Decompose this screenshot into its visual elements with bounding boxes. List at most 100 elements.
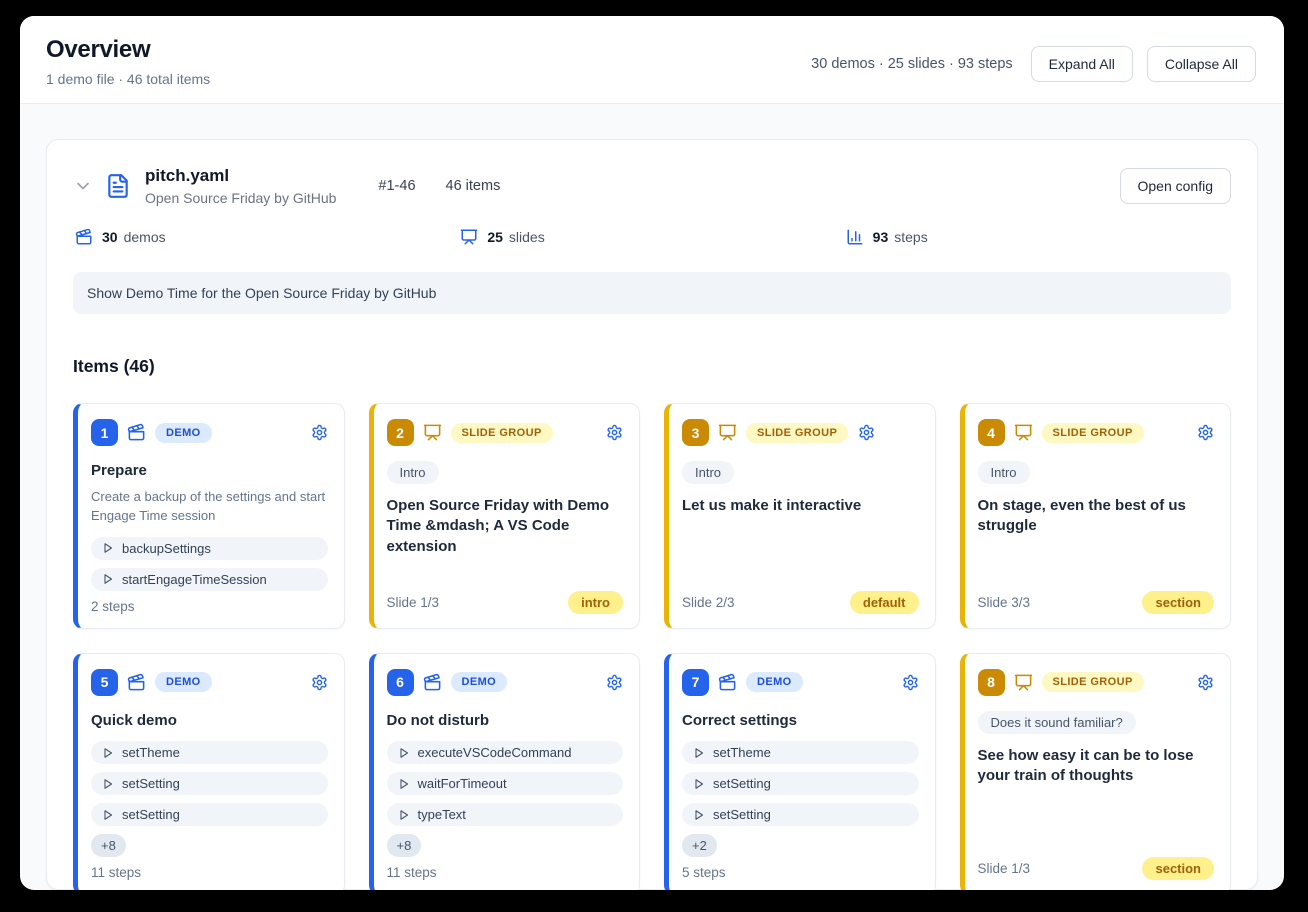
collapse-all-button[interactable]: Collapse All [1147,46,1256,82]
stat-slides: 25 slides [460,228,845,246]
slide-layout-badge: section [1142,591,1214,614]
clapperboard-icon [423,673,442,692]
item-number-badge: 7 [682,669,709,696]
item-footer: 11 steps [387,865,624,880]
step-name: waitForTimeout [418,776,507,791]
file-meta: #1-46 46 items [378,178,500,194]
step-pill: setSetting [91,803,328,826]
slide-counter: Slide 2/3 [682,595,735,610]
file-header: pitch.yaml Open Source Friday by GitHub … [73,166,1231,206]
gear-icon[interactable] [311,674,328,691]
page-title: Overview [46,36,210,64]
play-icon [102,542,114,554]
item-card-4[interactable]: 4SLIDE GROUPIntroOn stage, even the best… [960,403,1232,629]
item-title: On stage, even the best of us struggle [978,496,1215,537]
clapperboard-icon [127,423,146,442]
item-card-header: 7 DEMO [682,669,919,696]
gear-icon[interactable] [606,424,623,441]
gear-icon[interactable] [902,674,919,691]
item-type-badge: SLIDE GROUP [1042,423,1144,443]
item-type-badge: DEMO [746,672,803,692]
item-card-2[interactable]: 2SLIDE GROUPIntroOpen Source Friday with… [369,403,641,629]
steps-count: 5 steps [682,865,726,880]
item-card-header: 1 DEMO [91,419,328,446]
gear-icon[interactable] [311,424,328,441]
app-window: Overview 1 demo file · 46 total items 30… [20,16,1284,890]
item-title: Correct settings [682,711,919,731]
item-card-3[interactable]: 3SLIDE GROUPIntroLet us make it interact… [664,403,936,629]
play-icon [398,747,410,759]
slide-group-name-pill: Intro [682,461,734,484]
step-pill: backupSettings [91,537,328,560]
item-card-8[interactable]: 8SLIDE GROUPDoes it sound familiar?See h… [960,653,1232,890]
desktop-background: { "header": { "title": "Overview", "subt… [0,0,1308,912]
item-description: Create a backup of the settings and star… [91,488,328,526]
play-icon [398,778,410,790]
clapperboard-icon [718,673,737,692]
item-number-badge: 5 [91,669,118,696]
step-pill: startEngageTimeSession [91,568,328,591]
page-header-left: Overview 1 demo file · 46 total items [46,36,210,87]
play-icon [102,573,114,585]
item-footer: 2 steps [91,599,328,614]
stat-slides-value: 25 [487,229,503,245]
gear-icon[interactable] [858,424,875,441]
items-grid: 1 DEMO Prepare Create a backup of the setti… [73,403,1231,890]
item-type-badge: SLIDE GROUP [451,423,553,443]
step-pill: setSetting [682,803,919,826]
steps-count: 2 steps [91,599,135,614]
stats-summary: 30 demos · 25 slides · 93 steps [811,56,1013,72]
demo-file-card: pitch.yaml Open Source Friday by GitHub … [46,139,1258,890]
chevron-down-icon[interactable] [73,176,93,196]
item-title: Prepare [91,461,328,481]
gear-icon[interactable] [606,674,623,691]
expand-all-button[interactable]: Expand All [1031,46,1133,82]
item-footer: Slide 2/3 default [682,591,919,614]
item-card-header: 8 SLIDE GROUP [978,669,1215,696]
file-description: Open Source Friday by GitHub [145,190,336,206]
step-pill: setSetting [91,772,328,795]
item-footer: 5 steps [682,865,919,880]
item-card-5[interactable]: 5DEMOQuick demosetThemesetSettingsetSett… [73,653,345,890]
stat-slides-label: slides [509,229,545,245]
play-icon [693,747,705,759]
item-type-badge: SLIDE GROUP [1042,672,1144,692]
step-pill: typeText [387,803,624,826]
item-number-badge: 1 [91,419,118,446]
item-number-badge: 8 [978,669,1005,696]
item-card-1[interactable]: 1 DEMO Prepare Create a backup of the setti… [73,403,345,629]
item-card-6[interactable]: 6DEMODo not disturbexecuteVSCodeCommandw… [369,653,641,890]
step-pill: executeVSCodeCommand [387,741,624,764]
step-name: setTheme [713,745,771,760]
file-stats-row: 30 demos 25 slides 93 steps [75,228,1231,246]
open-config-button[interactable]: Open config [1120,168,1232,204]
step-name: setSetting [713,807,771,822]
item-title: See how easy it can be to lose your trai… [978,746,1215,787]
play-icon [693,778,705,790]
slide-counter: Slide 3/3 [978,595,1031,610]
item-title: Open Source Friday with Demo Time &mdash… [387,496,624,557]
file-range: #1-46 [378,178,415,194]
play-icon [102,809,114,821]
step-name: startEngageTimeSession [122,572,267,587]
gear-icon[interactable] [1197,674,1214,691]
stat-steps-value: 93 [873,229,889,245]
step-pill: setTheme [91,741,328,764]
file-items-count: 46 items [446,178,501,194]
slide-group-name-pill: Intro [387,461,439,484]
slide-layout-badge: default [850,591,919,614]
step-name: setSetting [122,776,180,791]
page-subtitle: 1 demo file · 46 total items [46,71,210,87]
clapperboard-icon [75,228,93,246]
file-text-icon [105,173,131,199]
stat-demos-value: 30 [102,229,118,245]
steps-count: 11 steps [387,865,437,880]
presentation-icon [460,228,478,246]
item-card-7[interactable]: 7DEMOCorrect settingssetThemesetSettings… [664,653,936,890]
content-area: pitch.yaml Open Source Friday by GitHub … [20,104,1284,890]
file-note: Show Demo Time for the Open Source Frida… [73,272,1231,314]
gear-icon[interactable] [1197,424,1214,441]
presentation-icon [1014,673,1033,692]
item-type-badge: DEMO [155,423,212,443]
presentation-icon [423,423,442,442]
